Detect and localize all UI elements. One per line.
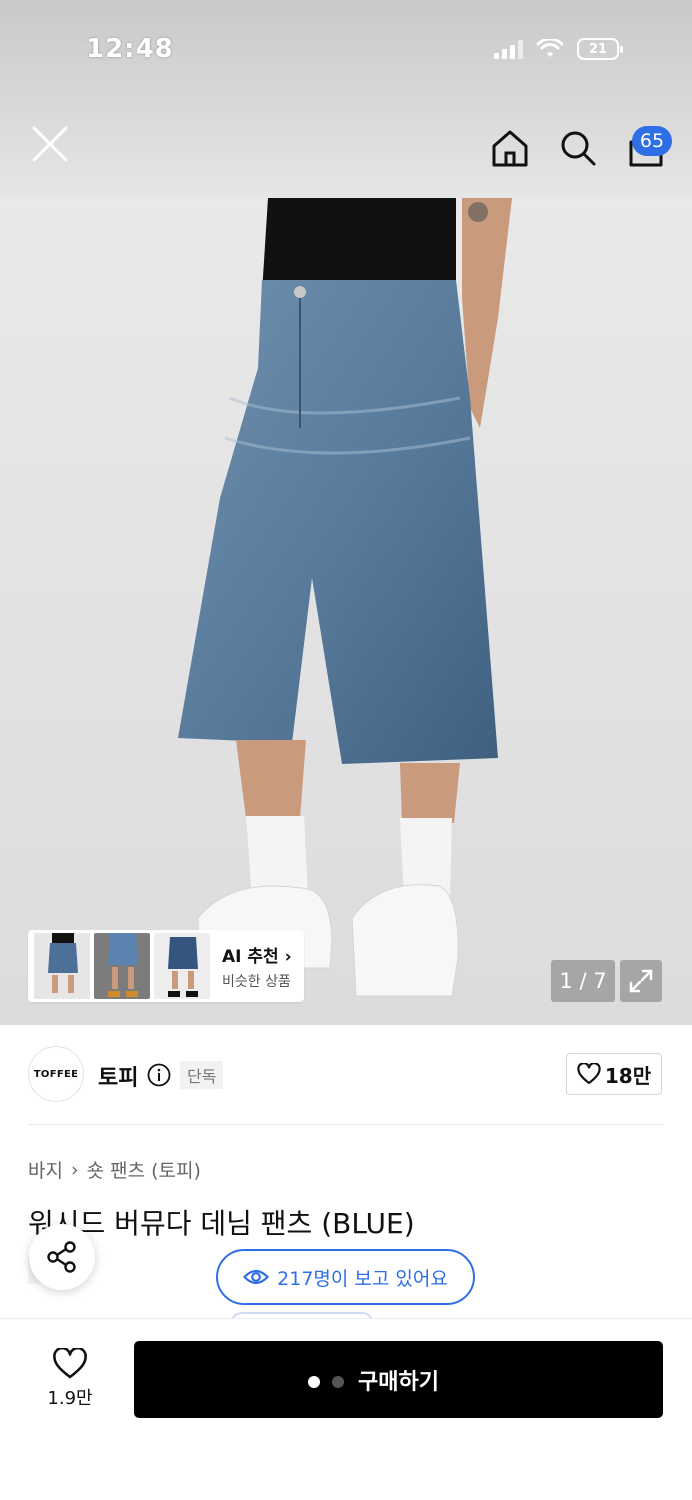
close-button[interactable] [28,122,72,166]
breadcrumb: 바지 › 숏 팬츠 (토피) [28,1156,201,1183]
section-divider [28,1124,664,1125]
wishlist-button[interactable]: 1.9만 [34,1344,106,1414]
close-icon [32,126,68,162]
image-counter: 1 / 7 [551,960,615,1002]
buy-button-label: 구매하기 [358,1369,439,1395]
brand-info-button[interactable] [147,1063,171,1087]
brand-logo[interactable]: TOFFEE [28,1046,84,1102]
brand-like-button[interactable]: 18만 [566,1053,662,1095]
recommend-thumbnail[interactable] [154,933,210,999]
share-button[interactable] [29,1224,95,1290]
share-icon [47,1241,76,1273]
status-time: 12:48 [86,34,174,64]
heart-icon [53,1348,87,1379]
breadcrumb-item[interactable]: 바지 [28,1156,63,1183]
viewers-count-pill: 217명이 보고 있어요 [216,1249,475,1305]
ai-recommend-title: AI 추천 › [222,946,292,967]
wifi-icon [537,39,563,57]
home-icon [492,130,528,167]
battery-level: 21 [588,41,608,57]
viewers-count-text: 217명이 보고 있어요 [277,1267,448,1290]
wishlist-count: 1.9만 [47,1388,93,1409]
info-icon [147,1063,171,1087]
ai-recommend-text: AI 추천 › 비슷한 상품 [222,942,292,991]
expand-image-button[interactable] [620,960,662,1002]
exclusive-badge: 단독 [180,1061,224,1089]
cart-count-badge: 65 [632,126,672,156]
recommend-thumbnail[interactable] [94,933,150,999]
ai-recommend-card[interactable]: AI 추천 › 비슷한 상품 [28,930,304,1002]
home-button[interactable] [490,128,530,168]
buy-button[interactable]: 구매하기 [134,1341,663,1418]
brand-name[interactable]: 토피 [98,1060,138,1092]
loading-indicator [308,1376,344,1388]
product-image[interactable] [0,198,692,1025]
brand-like-count: 18만 [604,1063,652,1088]
ai-recommend-subtitle: 비슷한 상품 [222,973,291,990]
cellular-signal-icon [494,39,523,59]
chevron-right-icon: › [284,946,292,967]
status-icons: 21 [494,38,623,60]
eye-icon [243,1269,270,1285]
recommend-thumbnail[interactable] [34,933,90,999]
expand-icon [629,969,653,993]
breadcrumb-item[interactable]: 숏 팬츠 (토피) [87,1156,201,1183]
top-header [0,0,692,198]
search-icon [561,131,596,166]
product-photo-illustration [178,198,512,997]
search-button[interactable] [558,128,598,168]
heart-icon [577,1063,601,1085]
battery-icon: 21 [577,38,623,60]
chevron-right-icon: › [70,1158,79,1181]
